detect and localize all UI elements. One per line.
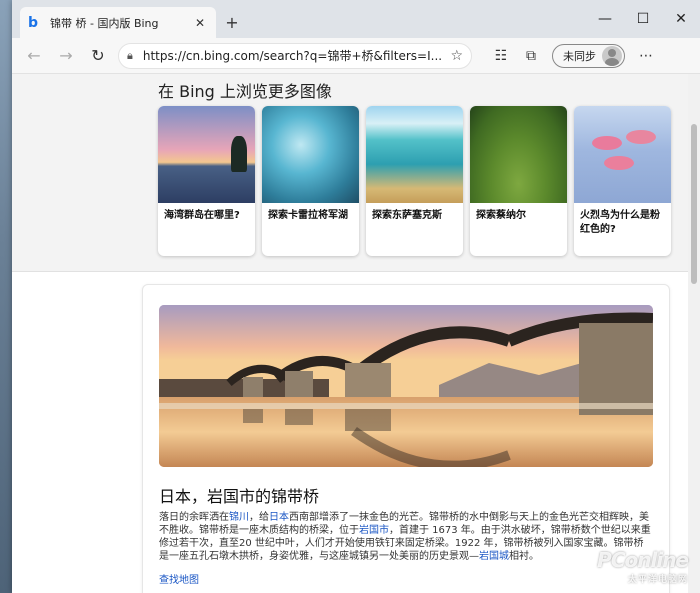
- forward-button[interactable]: →: [50, 42, 82, 70]
- address-bar[interactable]: 🔒︎ https://cn.bing.com/search?q=锦带+桥&fil…: [118, 42, 472, 69]
- browser-window: b 锦带 桥 - 国内版 Bing ✕ + — ☐ ✕ ← → ↻ 🔒︎ htt…: [12, 0, 700, 593]
- card-image-tea-field: [470, 106, 567, 203]
- tab-title: 锦带 桥 - 国内版 Bing: [50, 16, 159, 30]
- feature-title: 日本，岩国市的锦带桥: [159, 487, 320, 506]
- close-window-button[interactable]: ✕: [662, 0, 700, 38]
- card-image-cliffs: [366, 106, 463, 203]
- settings-menu-icon[interactable]: ⋯: [631, 42, 661, 70]
- feature-description: 落日的余晖洒在锦川，给日本西南部增添了一抹金色的光芒。锦带桥的水中倒影与天上的金…: [159, 512, 651, 562]
- profile-label: 未同步: [563, 49, 596, 63]
- profile-button[interactable]: 未同步: [552, 43, 625, 68]
- tab-strip: b 锦带 桥 - 国内版 Bing ✕ + — ☐ ✕: [12, 0, 700, 38]
- favorite-star-icon[interactable]: ☆: [450, 48, 463, 64]
- avatar-icon: [602, 45, 622, 66]
- card-caption: 火烈鸟为什么是粉红色的?: [580, 210, 660, 235]
- find-map-link[interactable]: 查找地图: [159, 571, 199, 586]
- scrollbar-thumb[interactable]: [691, 124, 697, 284]
- card-image-marble-caves: [262, 106, 359, 203]
- refresh-button[interactable]: ↻: [82, 42, 114, 70]
- link-iwakuni-castle[interactable]: 岩国城: [479, 551, 509, 562]
- image-card[interactable]: 探索东萨塞克斯: [366, 106, 463, 256]
- address-toolbar: ← → ↻ 🔒︎ https://cn.bing.com/search?q=锦带…: [12, 38, 700, 74]
- image-card[interactable]: 火烈鸟为什么是粉红色的?: [574, 106, 671, 256]
- card-image-flamingos: [574, 106, 671, 203]
- lock-icon[interactable]: 🔒︎: [127, 49, 133, 63]
- image-card[interactable]: 探索卡雷拉将军湖: [262, 106, 359, 256]
- collections-icon[interactable]: ⧉: [516, 42, 546, 70]
- bridge-illustration: [159, 305, 653, 467]
- minimize-button[interactable]: —: [586, 0, 624, 38]
- image-card-list: 海湾群岛在哪里? 探索卡雷拉将军湖 探索东萨塞克斯 探索蔡纳尔 火烈鸟为什么是粉…: [158, 106, 671, 256]
- new-tab-button[interactable]: +: [222, 14, 242, 32]
- bing-logo-icon: b: [28, 14, 39, 31]
- maximize-button[interactable]: ☐: [624, 0, 662, 38]
- card-caption: 探索东萨塞克斯: [372, 210, 442, 221]
- page-content: 在 Bing 上浏览更多图像 海湾群岛在哪里? 探索卡雷拉将军湖 探索东萨塞克斯…: [12, 74, 700, 593]
- card-image-pier: [158, 106, 255, 203]
- link-iwakuni[interactable]: 岩国市: [359, 525, 389, 536]
- link-japan[interactable]: 日本: [269, 512, 289, 523]
- card-caption: 探索卡雷拉将军湖: [268, 210, 348, 221]
- image-card[interactable]: 探索蔡纳尔: [470, 106, 567, 256]
- more-images-title: 在 Bing 上浏览更多图像: [158, 82, 332, 101]
- feature-card: 日本，岩国市的锦带桥 落日的余晖洒在锦川，给日本西南部增添了一抹金色的光芒。锦带…: [142, 284, 670, 593]
- window-controls: — ☐ ✕: [586, 0, 700, 38]
- tab-active[interactable]: b 锦带 桥 - 国内版 Bing ✕: [20, 7, 216, 38]
- back-button[interactable]: ←: [18, 42, 50, 70]
- link-jinchuan[interactable]: 锦川: [229, 512, 249, 523]
- tab-close-icon[interactable]: ✕: [192, 16, 208, 30]
- card-caption: 海湾群岛在哪里?: [164, 210, 240, 221]
- watermark-logo: PConline 太平洋电脑网: [597, 548, 689, 585]
- hero-image-kintai-bridge[interactable]: [159, 305, 653, 467]
- favorites-icon[interactable]: ☷: [486, 42, 516, 70]
- more-images-section: 在 Bing 上浏览更多图像 海湾群岛在哪里? 探索卡雷拉将军湖 探索东萨塞克斯…: [12, 74, 700, 272]
- card-caption: 探索蔡纳尔: [476, 210, 526, 221]
- url-text[interactable]: https://cn.bing.com/search?q=锦带+桥&filter…: [143, 47, 451, 64]
- image-card[interactable]: 海湾群岛在哪里?: [158, 106, 255, 256]
- page-scrollbar[interactable]: [688, 74, 700, 593]
